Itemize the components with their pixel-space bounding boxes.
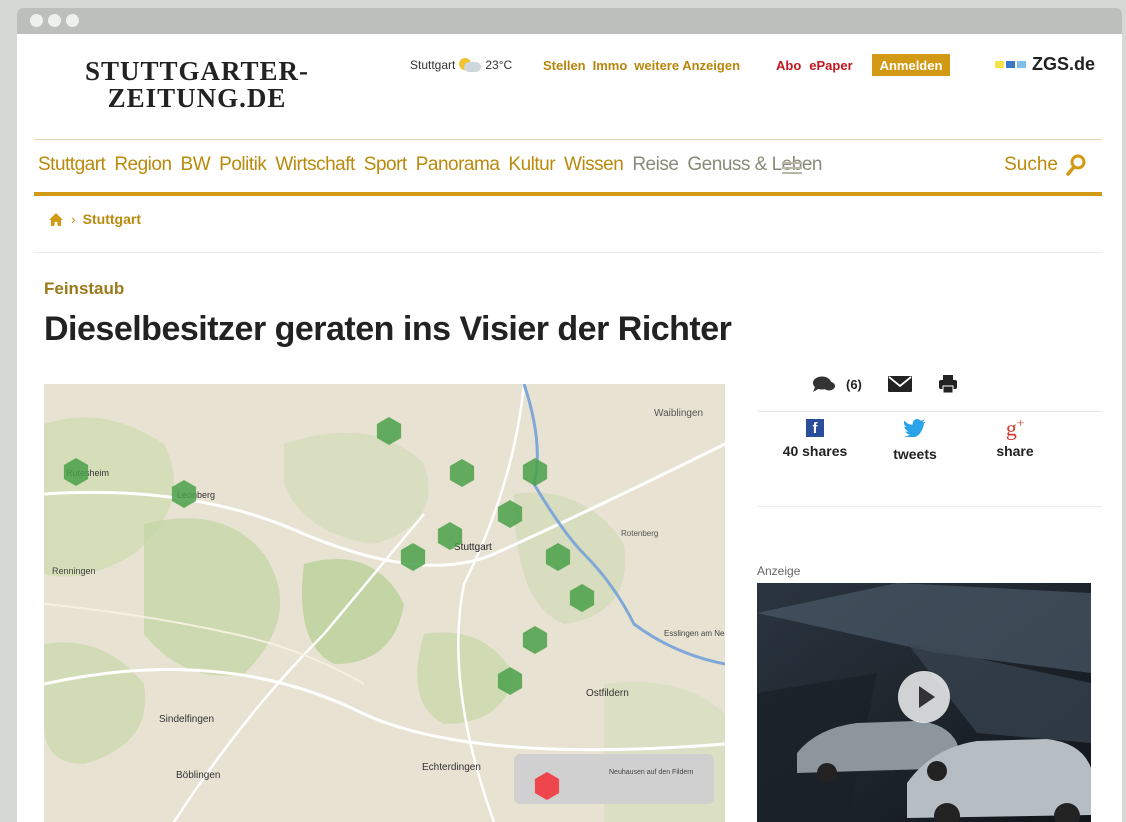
login-button[interactable]: Anmelden [872, 54, 950, 76]
comments-icon[interactable] [812, 375, 836, 393]
comment-count[interactable]: (6) [846, 377, 862, 392]
zgs-square-light-blue [1017, 61, 1026, 68]
partly-cloudy-icon [459, 58, 482, 72]
social-divider [757, 506, 1102, 507]
weather-city: Stuttgart [410, 58, 456, 72]
zgs-logo[interactable]: ZGS.de [995, 54, 1095, 75]
map-label: Waiblingen [654, 408, 703, 419]
map-label: Sindelfingen [159, 714, 214, 725]
twitter-share-label: tweets [893, 446, 937, 462]
top-links: Stellen Immo weitere Anzeigen [543, 58, 740, 73]
article-actions: (6) [812, 374, 958, 394]
nav-item-politik[interactable]: Politik [219, 154, 267, 176]
link-epaper[interactable]: ePaper [809, 58, 852, 73]
breadcrumb-divider [34, 252, 1102, 253]
site-logo[interactable]: STUTTGARTER- ZEITUNG.DE [67, 58, 327, 112]
window-close-button[interactable] [30, 14, 43, 27]
map-label: Echterdingen [422, 762, 481, 773]
link-abo[interactable]: Abo [776, 58, 801, 73]
map-label: Neuhausen auf den Fildern [609, 769, 694, 776]
nav-item-panorama[interactable]: Panorama [416, 154, 500, 176]
breadcrumb-current[interactable]: Stuttgart [83, 211, 141, 227]
print-icon[interactable] [938, 374, 958, 394]
facebook-share-label: 40 shares [782, 443, 848, 459]
logo-line-1: STUTTGARTER- [84, 56, 310, 86]
share-divider [757, 411, 1102, 412]
nav-item-region[interactable]: Region [114, 154, 172, 176]
nav-item-wissen[interactable]: Wissen [564, 154, 624, 176]
map-canvas: Waiblingen Rutesheim Leonberg Stuttgart … [44, 384, 725, 822]
twitter-icon [903, 419, 926, 438]
map-label: Böblingen [176, 770, 220, 781]
email-icon[interactable] [887, 376, 912, 392]
search-label: Suche [1004, 154, 1058, 175]
hamburger-menu-icon[interactable] [782, 162, 802, 174]
page: STUTTGARTER- ZEITUNG.DE Stuttgart 23°C S… [17, 34, 1122, 822]
article-headline: Dieselbesitzer geraten ins Visier der Ri… [44, 310, 732, 348]
nav-item-bw[interactable]: BW [181, 154, 211, 176]
article-kicker: Feinstaub [44, 279, 125, 298]
link-immo[interactable]: Immo [593, 58, 628, 73]
nav-item-wirtschaft[interactable]: Wirtschaft [275, 154, 355, 176]
weather-temp: 23°C [485, 58, 513, 72]
facebook-share-button[interactable]: f 40 shares [765, 419, 865, 462]
home-icon[interactable] [48, 212, 64, 227]
map-label: Ostfildern [586, 688, 629, 699]
browser-window: STUTTGARTER- ZEITUNG.DE Stuttgart 23°C S… [17, 8, 1122, 822]
facebook-icon: f [806, 419, 824, 437]
window-titlebar [17, 8, 1122, 34]
zgs-label: ZGS.de [1032, 54, 1096, 74]
breadcrumb: › Stuttgart [48, 211, 141, 227]
nav-item-stuttgart[interactable]: Stuttgart [38, 154, 106, 176]
search-button[interactable]: Suche [1004, 154, 1086, 176]
ad-label: Anzeige [757, 564, 801, 578]
zgs-square-yellow [995, 61, 1004, 68]
googleplus-share-label: share [996, 443, 1034, 460]
search-icon [1066, 154, 1086, 176]
video-ad[interactable] [757, 583, 1091, 822]
nav-underline [34, 192, 1102, 196]
googleplus-share-button[interactable]: g+ share [965, 415, 1065, 462]
main-nav: Stuttgart Region BW Politik Wirtschaft S… [38, 154, 822, 176]
window-maximize-button[interactable] [66, 14, 79, 27]
twitter-share-button[interactable]: tweets [865, 419, 965, 462]
window-minimize-button[interactable] [48, 14, 61, 27]
nav-item-kultur[interactable]: Kultur [508, 154, 555, 176]
nav-item-reise[interactable]: Reise [632, 154, 679, 176]
weather-widget[interactable]: Stuttgart 23°C [410, 58, 512, 72]
googleplus-icon: g+ [1005, 415, 1025, 441]
nav-item-sport[interactable]: Sport [364, 154, 407, 176]
map-label: Rotenberg [621, 529, 658, 538]
logo-line-2: ZEITUNG.DE [107, 83, 287, 113]
header-divider [34, 139, 1102, 140]
map-label: Renningen [52, 566, 96, 576]
link-stellen[interactable]: Stellen [543, 58, 586, 73]
play-button-icon[interactable] [898, 671, 950, 723]
breadcrumb-separator-icon: › [71, 211, 76, 227]
zgs-square-blue [1006, 61, 1015, 68]
map-label: Esslingen am Neckar [664, 629, 725, 638]
abo-links: Abo ePaper [776, 58, 853, 73]
social-share: f 40 shares tweets g+ share [765, 415, 1065, 462]
article-map[interactable]: Waiblingen Rutesheim Leonberg Stuttgart … [44, 384, 725, 822]
link-weitere-anzeigen[interactable]: weitere Anzeigen [634, 58, 740, 73]
